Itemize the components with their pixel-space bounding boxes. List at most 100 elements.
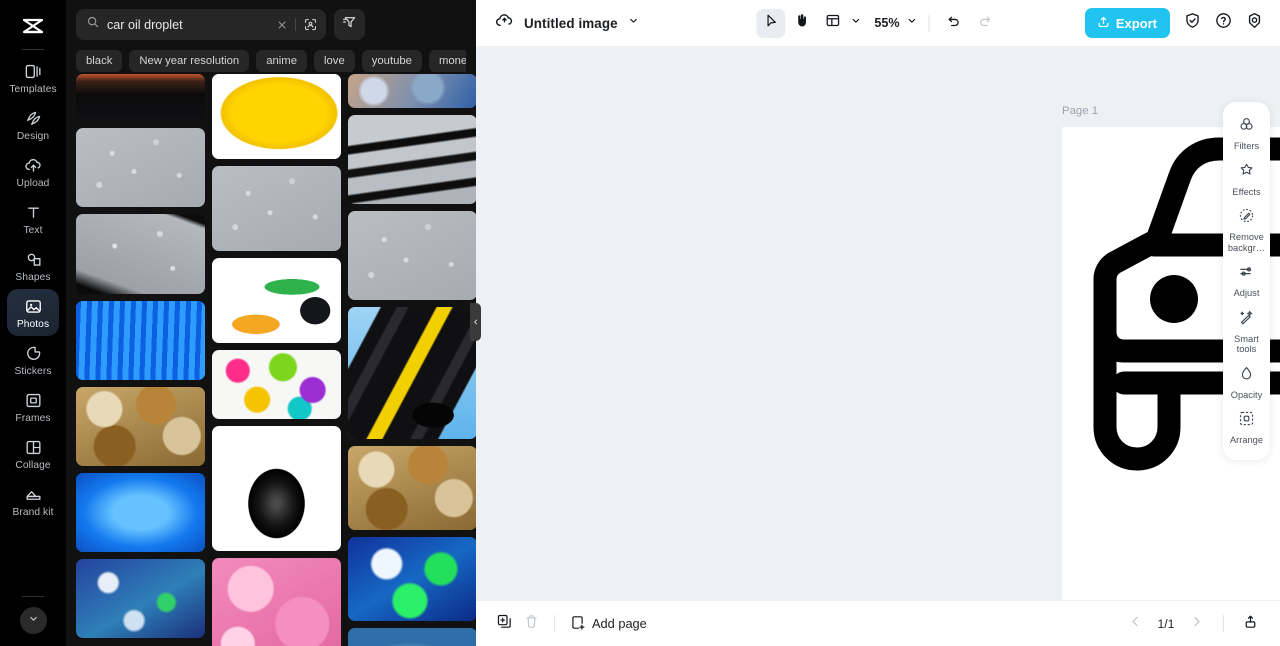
canvas-stage[interactable]: Page 1 Filters Effects Remove backgr… Ad… [476, 47, 1280, 600]
dock-item-label: Arrange [1229, 435, 1264, 445]
export-page-button[interactable] [1237, 610, 1264, 637]
dock-item-adjust[interactable]: Adjust [1224, 258, 1269, 303]
close-icon[interactable] [276, 19, 288, 31]
export-button-label: Export [1115, 15, 1157, 31]
prev-page-button[interactable] [1122, 610, 1149, 637]
photo-thumbnail[interactable] [348, 307, 476, 439]
search-bar[interactable] [76, 9, 326, 40]
golden-bubbles-2 [348, 446, 476, 530]
next-page-button[interactable] [1183, 610, 1210, 637]
tag-chip[interactable]: money [428, 50, 466, 72]
visual-search-icon[interactable] [303, 17, 318, 32]
expand-sidebar-button[interactable] [19, 607, 47, 634]
chevron-down-icon[interactable] [906, 14, 919, 32]
sidebar-item-stickers[interactable]: Stickers [7, 336, 59, 383]
export-button[interactable]: Export [1084, 8, 1170, 38]
photos-panel: black New year resolution anime love you… [66, 0, 476, 646]
topbar-left: Untitled image [494, 10, 640, 36]
photo-thumbnail[interactable] [76, 74, 205, 121]
panel-header: black New year resolution anime love you… [66, 0, 476, 72]
photo-thumbnail[interactable] [76, 387, 205, 466]
photo-thumbnail[interactable] [76, 128, 205, 207]
settings-button[interactable] [1241, 10, 1267, 36]
search-icon [86, 15, 100, 34]
sidebar-item-frames[interactable]: Frames [7, 383, 59, 430]
search-row [76, 9, 466, 40]
water-drops-gray-2 [212, 166, 341, 251]
capcut-logo-icon[interactable] [16, 10, 50, 44]
tag-chip[interactable]: youtube [361, 50, 422, 72]
photo-column [212, 74, 341, 646]
sidebar-item-upload[interactable]: Upload [7, 148, 59, 195]
sidebar-item-label: Collage [15, 459, 51, 471]
photo-thumbnail[interactable] [212, 258, 341, 343]
black-oil-droplet [212, 426, 341, 551]
colorful-molecules [212, 350, 341, 419]
filter-button[interactable] [334, 9, 365, 40]
green-blue-neon-drops [348, 537, 476, 621]
chevron-down-icon[interactable] [627, 14, 640, 32]
photo-thumbnail[interactable] [348, 537, 476, 621]
photo-thumbnail[interactable] [348, 74, 476, 108]
photo-thumbnail[interactable] [212, 558, 341, 646]
filters-icon [1238, 116, 1255, 138]
upload-cloud-icon [24, 156, 43, 175]
cloud-save-icon[interactable] [494, 10, 515, 36]
remove-background-icon [1238, 207, 1255, 229]
shield-check-button[interactable] [1179, 10, 1205, 36]
photo-thumbnail[interactable] [76, 559, 205, 638]
select-tool-button[interactable] [756, 8, 786, 38]
photo-thumbnail[interactable] [76, 214, 205, 294]
zoom-level: 55% [874, 16, 900, 30]
photo-thumbnail[interactable] [212, 350, 341, 419]
sidebar-item-shapes[interactable]: Shapes [7, 242, 59, 289]
chevron-down-icon[interactable] [849, 14, 862, 32]
topbar-tools: 55% [756, 8, 1000, 38]
text-icon [24, 203, 43, 222]
search-input[interactable] [107, 17, 269, 32]
sidebar-item-brand-kit[interactable]: Brand kit [7, 477, 59, 524]
tag-chip[interactable]: black [76, 50, 123, 72]
dock-item-effects[interactable]: Effects [1224, 157, 1269, 202]
design-icon [24, 109, 43, 128]
photo-thumbnail[interactable] [348, 115, 476, 204]
sidebar-item-photos[interactable]: Photos [7, 289, 59, 336]
sidebar-item-collage[interactable]: Collage [7, 430, 59, 477]
right-tool-dock: Filters Effects Remove backgr… Adjust Sm… [1223, 102, 1270, 460]
photo-grid[interactable] [66, 74, 476, 646]
tag-chip[interactable]: love [314, 50, 355, 72]
dock-item-smart-tools[interactable]: Smart tools [1224, 304, 1269, 359]
tag-chip[interactable]: New year resolution [129, 50, 250, 72]
photo-thumbnail[interactable] [212, 74, 341, 159]
document-title[interactable]: Untitled image [524, 16, 618, 31]
dock-item-arrange[interactable]: Arrange [1224, 405, 1269, 450]
undo-button[interactable] [940, 9, 969, 38]
sidebar-item-design[interactable]: Design [7, 101, 59, 148]
fuel-nozzle-barrel [212, 258, 341, 343]
hand-tool-button[interactable] [787, 9, 816, 38]
photo-thumbnail[interactable] [76, 473, 205, 552]
delete-page-button[interactable] [518, 610, 545, 637]
help-button[interactable] [1210, 10, 1236, 36]
add-page-button[interactable]: Add page [564, 611, 652, 637]
layout-tool-button[interactable] [818, 9, 847, 38]
photo-thumbnail[interactable] [348, 446, 476, 530]
dock-item-opacity[interactable]: Opacity [1224, 360, 1269, 405]
photo-thumbnail[interactable] [212, 426, 341, 551]
dock-item-filters[interactable]: Filters [1224, 111, 1269, 156]
photo-thumbnail[interactable] [212, 166, 341, 251]
car-dashboard-night [76, 74, 205, 121]
duplicate-page-button[interactable] [491, 610, 518, 637]
photo-thumbnail[interactable] [348, 211, 476, 300]
photo-thumbnail[interactable] [76, 301, 205, 380]
photo-thumbnail[interactable] [348, 628, 476, 646]
dock-item-remove-background[interactable]: Remove backgr… [1224, 202, 1269, 257]
collapse-panel-handle[interactable] [470, 303, 481, 341]
bottom-bar: Add page 1/1 [476, 600, 1280, 646]
redo-button[interactable] [971, 9, 1000, 38]
settings-gear-icon [1245, 11, 1264, 35]
tag-chip[interactable]: anime [256, 50, 307, 72]
water-drops-gray-1 [76, 128, 205, 207]
sidebar-item-text[interactable]: Text [7, 195, 59, 242]
sidebar-item-templates[interactable]: Templates [7, 54, 59, 101]
